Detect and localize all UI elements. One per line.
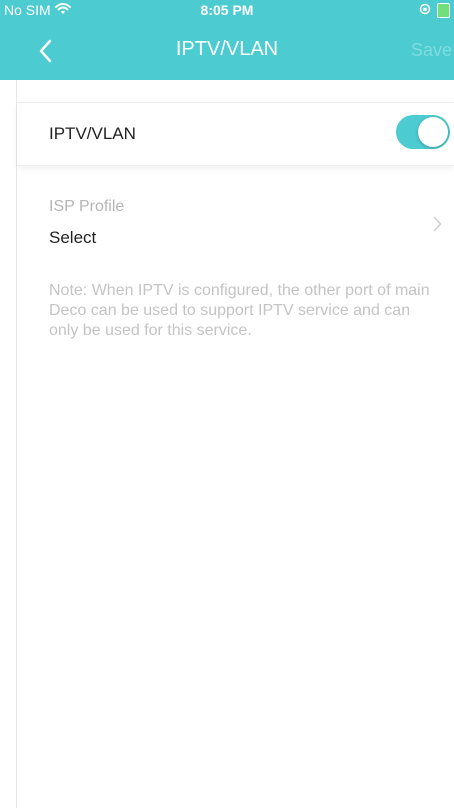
- iptv-vlan-label: IPTV/VLAN: [49, 124, 136, 143]
- save-button[interactable]: Save: [411, 40, 452, 61]
- status-right: [419, 2, 450, 18]
- header: No SIM 8:05 PM IPTV/VLAN Save: [0, 0, 454, 80]
- section-spacer: [17, 80, 454, 103]
- status-time: 8:05 PM: [200, 2, 254, 18]
- isp-profile-value: Select: [49, 228, 97, 247]
- page-title: IPTV/VLAN: [175, 38, 279, 60]
- toggle-knob: [418, 117, 448, 147]
- iptv-vlan-toggle[interactable]: [396, 115, 450, 149]
- orientation-lock-icon: [419, 2, 431, 18]
- chevron-right-icon: [433, 216, 442, 232]
- iptv-vlan-row: IPTV/VLAN: [17, 103, 454, 166]
- iptv-note: Note: When IPTV is configured, the other…: [49, 282, 430, 339]
- nav-bar: IPTV/VLAN Save: [0, 22, 454, 80]
- isp-profile-label: ISP Profile: [49, 198, 125, 215]
- isp-profile-row[interactable]: ISP Profile Select: [17, 190, 454, 260]
- status-bar: No SIM 8:05 PM: [0, 0, 454, 22]
- battery-charging-icon: [437, 2, 450, 18]
